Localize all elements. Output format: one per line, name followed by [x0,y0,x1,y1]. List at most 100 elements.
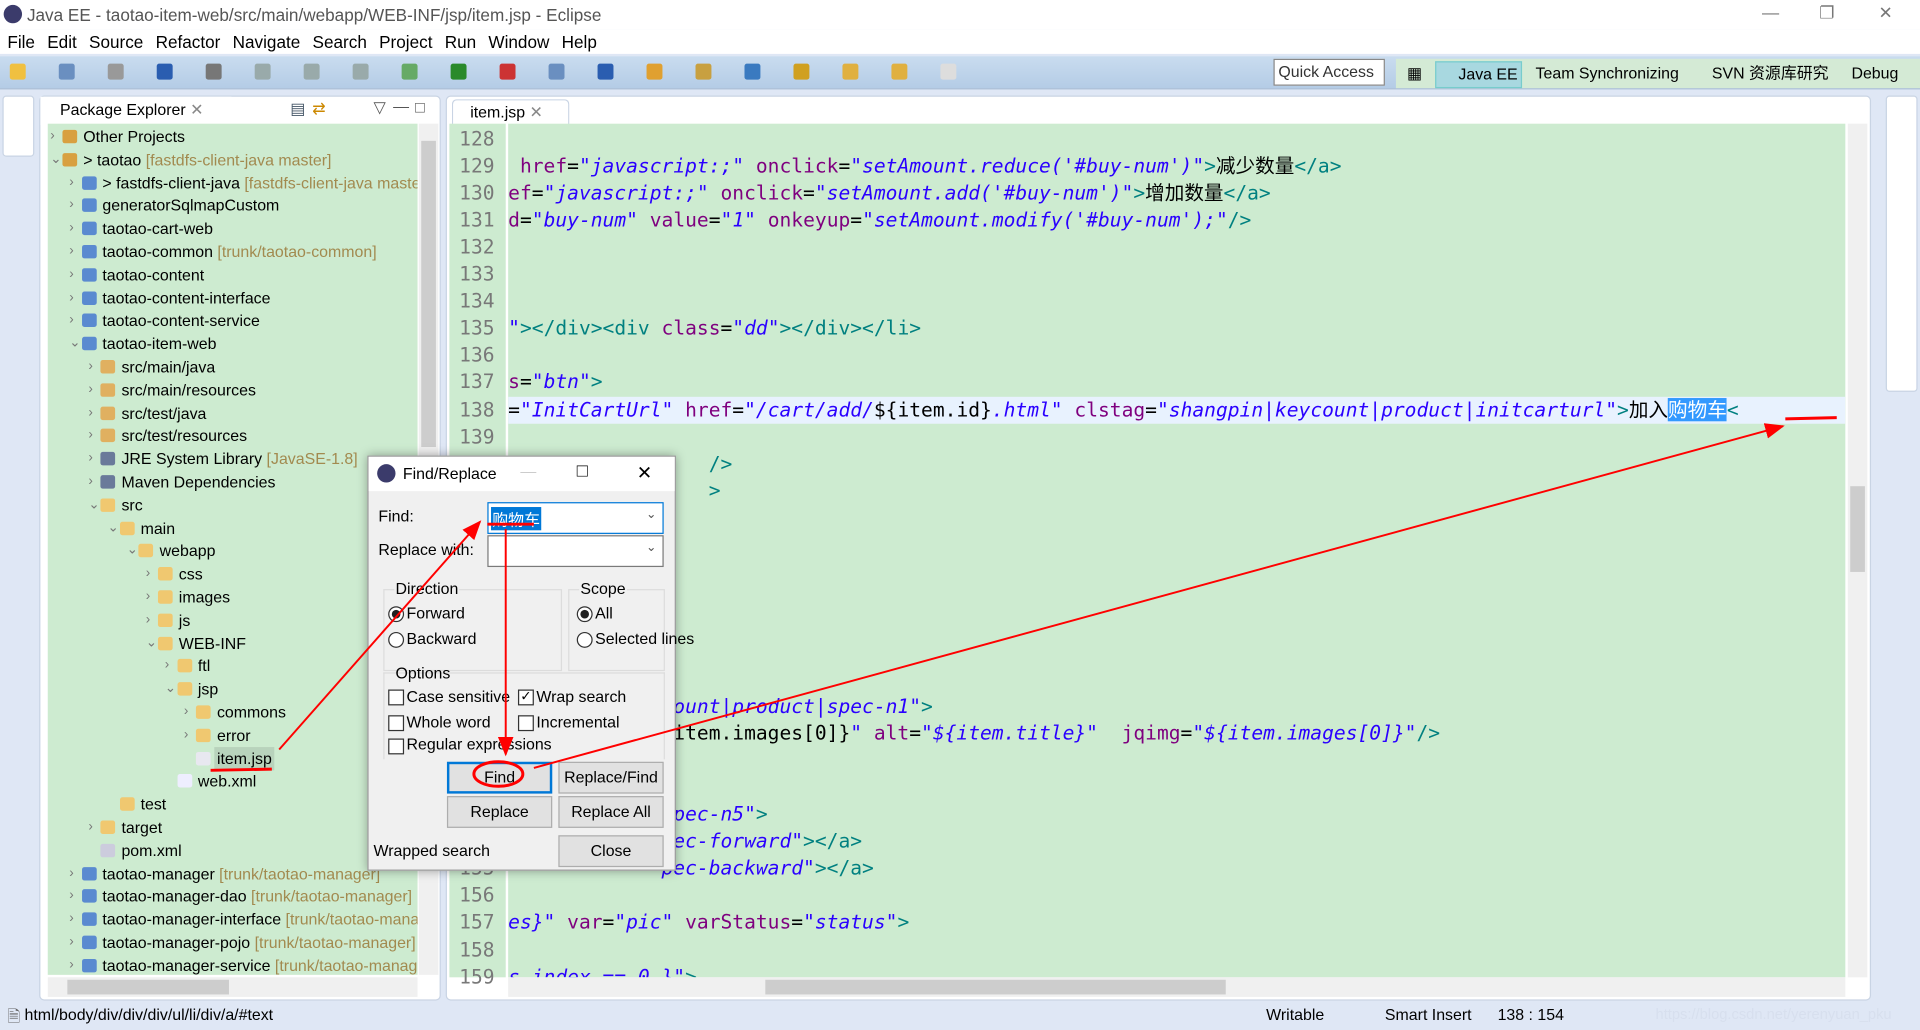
replace-button[interactable]: Replace [446,796,553,828]
dropdown-chevron-icon[interactable]: ⌄ [646,541,656,554]
chevron-right-icon[interactable]: › [69,908,81,931]
toolbar-button-icon[interactable] [548,63,565,80]
open-perspective-icon[interactable]: ▦ [1403,61,1425,85]
perspective-java-ee[interactable]: Java EE [1435,61,1523,89]
code-line[interactable]: s.index == 0 }"> [508,963,697,978]
menu-item[interactable]: Search [305,29,372,52]
wrap-search-checkbox[interactable]: ✓ [517,689,534,706]
minimize-view-icon[interactable]: — [393,97,409,115]
chevron-right-icon[interactable]: › [69,171,81,194]
code-line[interactable]: d="buy-num" value="1" onkeyup="setAmount… [508,207,1251,234]
toolbar-button-icon[interactable] [695,63,712,80]
toolbar-button-icon[interactable] [597,63,614,80]
toolbar-button-icon[interactable] [58,63,75,80]
toolbar-button-icon[interactable] [352,63,369,80]
menu-item[interactable]: Help [554,29,602,52]
chevron-right-icon[interactable]: › [69,885,81,908]
perspective-svn[interactable]: SVN 资源库研究 [1695,61,1833,85]
toolbar-button-icon[interactable] [303,63,320,80]
chevron-right-icon[interactable]: › [88,378,100,401]
toolbar-button-icon[interactable] [254,63,271,80]
code-area[interactable]: href="javascript:;" onclick="setAmount.r… [508,123,1846,978]
chevron-down-icon[interactable]: ⌄ [69,332,81,355]
menu-item[interactable]: Edit [40,29,82,52]
replace-find-button[interactable]: Replace/Find [558,761,664,794]
chevron-right-icon[interactable]: › [184,701,196,724]
toolbar-button-icon[interactable] [9,63,26,80]
chevron-down-icon[interactable]: ⌄ [127,539,139,562]
code-line[interactable]: es}" var="pic" varStatus="status"> [508,909,909,936]
menu-item[interactable]: Project [372,29,438,52]
chevron-down-icon[interactable]: ⌄ [88,493,100,516]
tab-package-explorer[interactable]: Package Explorer ✕ [40,96,232,125]
replace-all-button[interactable]: Replace All [558,796,664,828]
code-line[interactable]: ="InitCartUrl" href="/cart/add/${item.id… [508,396,1846,424]
toolbar-button-icon[interactable] [205,63,222,80]
chevron-right-icon[interactable]: › [88,816,100,839]
code-line[interactable]: href="javascript:;" onclick="setAmount.r… [508,153,1342,180]
toolbar-button-icon[interactable] [793,63,810,80]
toolbar-button-icon[interactable] [107,63,124,80]
replace-input[interactable]: ⌄ [487,535,664,568]
menu-item[interactable]: Source [82,29,149,52]
close-window-button[interactable]: ✕ [1861,2,1910,26]
menu-item[interactable]: Run [437,29,481,52]
toolbar-button-icon[interactable] [499,63,516,80]
chevron-right-icon[interactable]: › [146,585,158,608]
maximize-view-icon[interactable]: □ [415,98,425,116]
scope-selected-lines-radio[interactable] [576,631,593,648]
toolbar-button-icon[interactable] [450,63,467,80]
chevron-right-icon[interactable]: › [146,562,158,585]
menu-item[interactable]: Refactor [148,29,225,52]
minimized-views-strip[interactable] [2,95,35,157]
chevron-right-icon[interactable]: › [165,654,177,677]
chevron-right-icon[interactable]: › [184,724,196,747]
find-button[interactable]: Find [446,761,553,794]
chevron-right-icon[interactable]: › [50,125,62,148]
restore-button[interactable]: ❐ [1802,2,1851,26]
toolbar-button-icon[interactable] [646,63,663,80]
chevron-right-icon[interactable]: › [69,217,81,240]
toolbar-button-icon[interactable] [891,63,908,80]
chevron-right-icon[interactable]: › [88,470,100,493]
chevron-right-icon[interactable]: › [146,608,158,631]
whole-word-checkbox[interactable] [388,715,405,732]
case-sensitive-checkbox[interactable] [388,689,405,706]
perspective-team-sync[interactable]: Team Synchronizing [1518,61,1682,85]
minimize-button[interactable]: — [1746,2,1795,26]
code-line[interactable]: ef="javascript:;" onclick="setAmount.add… [508,180,1271,207]
chevron-right-icon[interactable]: › [69,954,81,975]
chevron-right-icon[interactable]: › [69,240,81,263]
menu-item[interactable]: Window [481,29,554,52]
incremental-checkbox[interactable] [517,715,534,732]
chevron-right-icon[interactable]: › [69,194,81,217]
toolbar-button-icon[interactable] [401,63,418,80]
maximize-button[interactable]: □ [577,460,588,481]
chevron-right-icon[interactable]: › [88,401,100,424]
collapse-all-icon[interactable]: ▤ [290,99,305,119]
toolbar-button-icon[interactable] [842,63,859,80]
code-line[interactable]: "></div><div class="dd"></div></li> [508,315,921,342]
close-tab-icon[interactable]: ✕ [190,100,203,118]
close-button[interactable]: Close [558,835,664,868]
code-line[interactable]: s="btn"> [508,369,602,396]
chevron-right-icon[interactable]: › [88,447,100,470]
chevron-down-icon[interactable]: ⌄ [146,631,158,654]
chevron-right-icon[interactable]: › [69,263,81,286]
chevron-down-icon[interactable]: ⌄ [165,677,177,700]
chevron-right-icon[interactable]: › [69,309,81,332]
scope-all-radio[interactable] [576,606,593,623]
menu-item[interactable]: Navigate [225,29,305,52]
find-input[interactable]: 购物车 ⌄ [487,502,664,534]
chevron-right-icon[interactable]: › [69,286,81,309]
quick-access-input[interactable]: Quick Access [1273,58,1385,86]
forward-radio[interactable] [388,606,405,623]
perspective-debug[interactable]: Debug [1834,61,1902,85]
chevron-down-icon[interactable]: ⌄ [108,516,120,539]
menu-item[interactable]: File [0,29,40,52]
vertical-scrollbar[interactable] [1847,123,1868,978]
horizontal-scrollbar[interactable] [508,977,1846,997]
chevron-right-icon[interactable]: › [69,862,81,885]
toolbar-button-icon[interactable] [744,63,761,80]
chevron-down-icon[interactable]: ⌄ [50,148,62,171]
